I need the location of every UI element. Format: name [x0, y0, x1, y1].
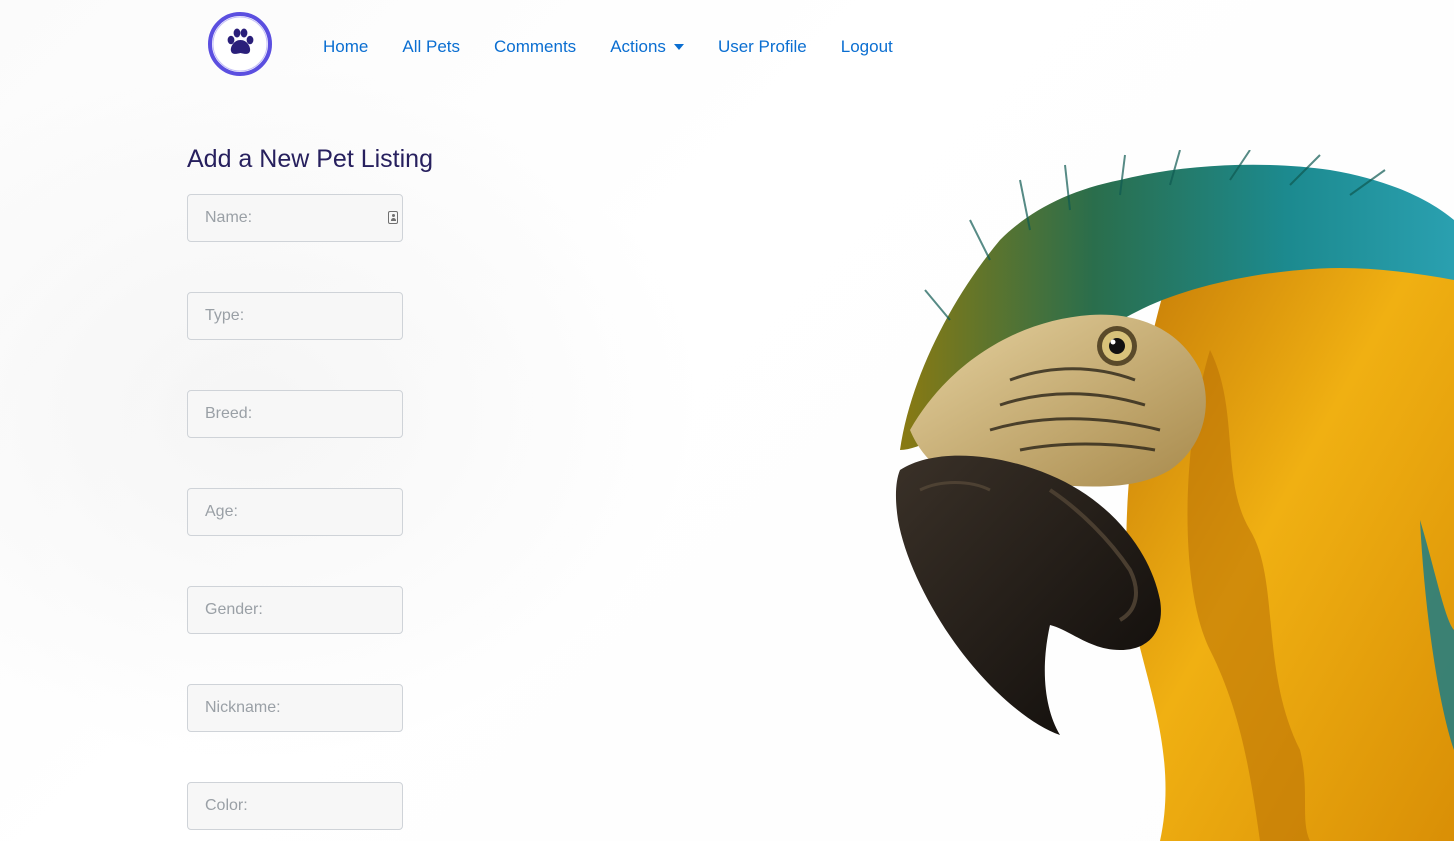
- macaw-parrot-image: [895, 150, 1454, 841]
- nav-link-all-pets[interactable]: All Pets: [385, 37, 477, 57]
- paw-print-logo-icon[interactable]: [207, 11, 273, 77]
- color-input[interactable]: [187, 782, 403, 830]
- nav-dropdown-actions-label: Actions: [610, 37, 666, 56]
- breed-field-wrapper: [187, 390, 403, 438]
- gender-field-wrapper: [187, 586, 403, 634]
- nickname-input[interactable]: [187, 684, 403, 732]
- nav-links: Home All Pets Comments Actions User Prof…: [306, 28, 910, 66]
- add-pet-form: [187, 194, 403, 841]
- type-input[interactable]: [187, 292, 403, 340]
- breed-input[interactable]: [187, 390, 403, 438]
- name-field-wrapper: [187, 194, 403, 242]
- gender-input[interactable]: [187, 586, 403, 634]
- color-field-wrapper: [187, 782, 403, 830]
- caret-down-icon: [673, 44, 684, 50]
- age-field-wrapper: [187, 488, 403, 536]
- page-title: Add a New Pet Listing: [187, 145, 433, 173]
- nav-link-comments[interactable]: Comments: [477, 37, 593, 57]
- contact-card-icon[interactable]: [388, 211, 398, 224]
- type-field-wrapper: [187, 292, 403, 340]
- age-input[interactable]: [187, 488, 403, 536]
- page: Home All Pets Comments Actions User Prof…: [0, 0, 1454, 841]
- name-input[interactable]: [187, 194, 403, 242]
- navbar: Home All Pets Comments Actions User Prof…: [0, 0, 1454, 92]
- nickname-field-wrapper: [187, 684, 403, 732]
- nav-link-home[interactable]: Home: [306, 37, 385, 57]
- nav-link-user-profile[interactable]: User Profile: [701, 37, 824, 57]
- nav-link-logout[interactable]: Logout: [824, 37, 910, 57]
- nav-dropdown-actions[interactable]: Actions: [593, 37, 701, 57]
